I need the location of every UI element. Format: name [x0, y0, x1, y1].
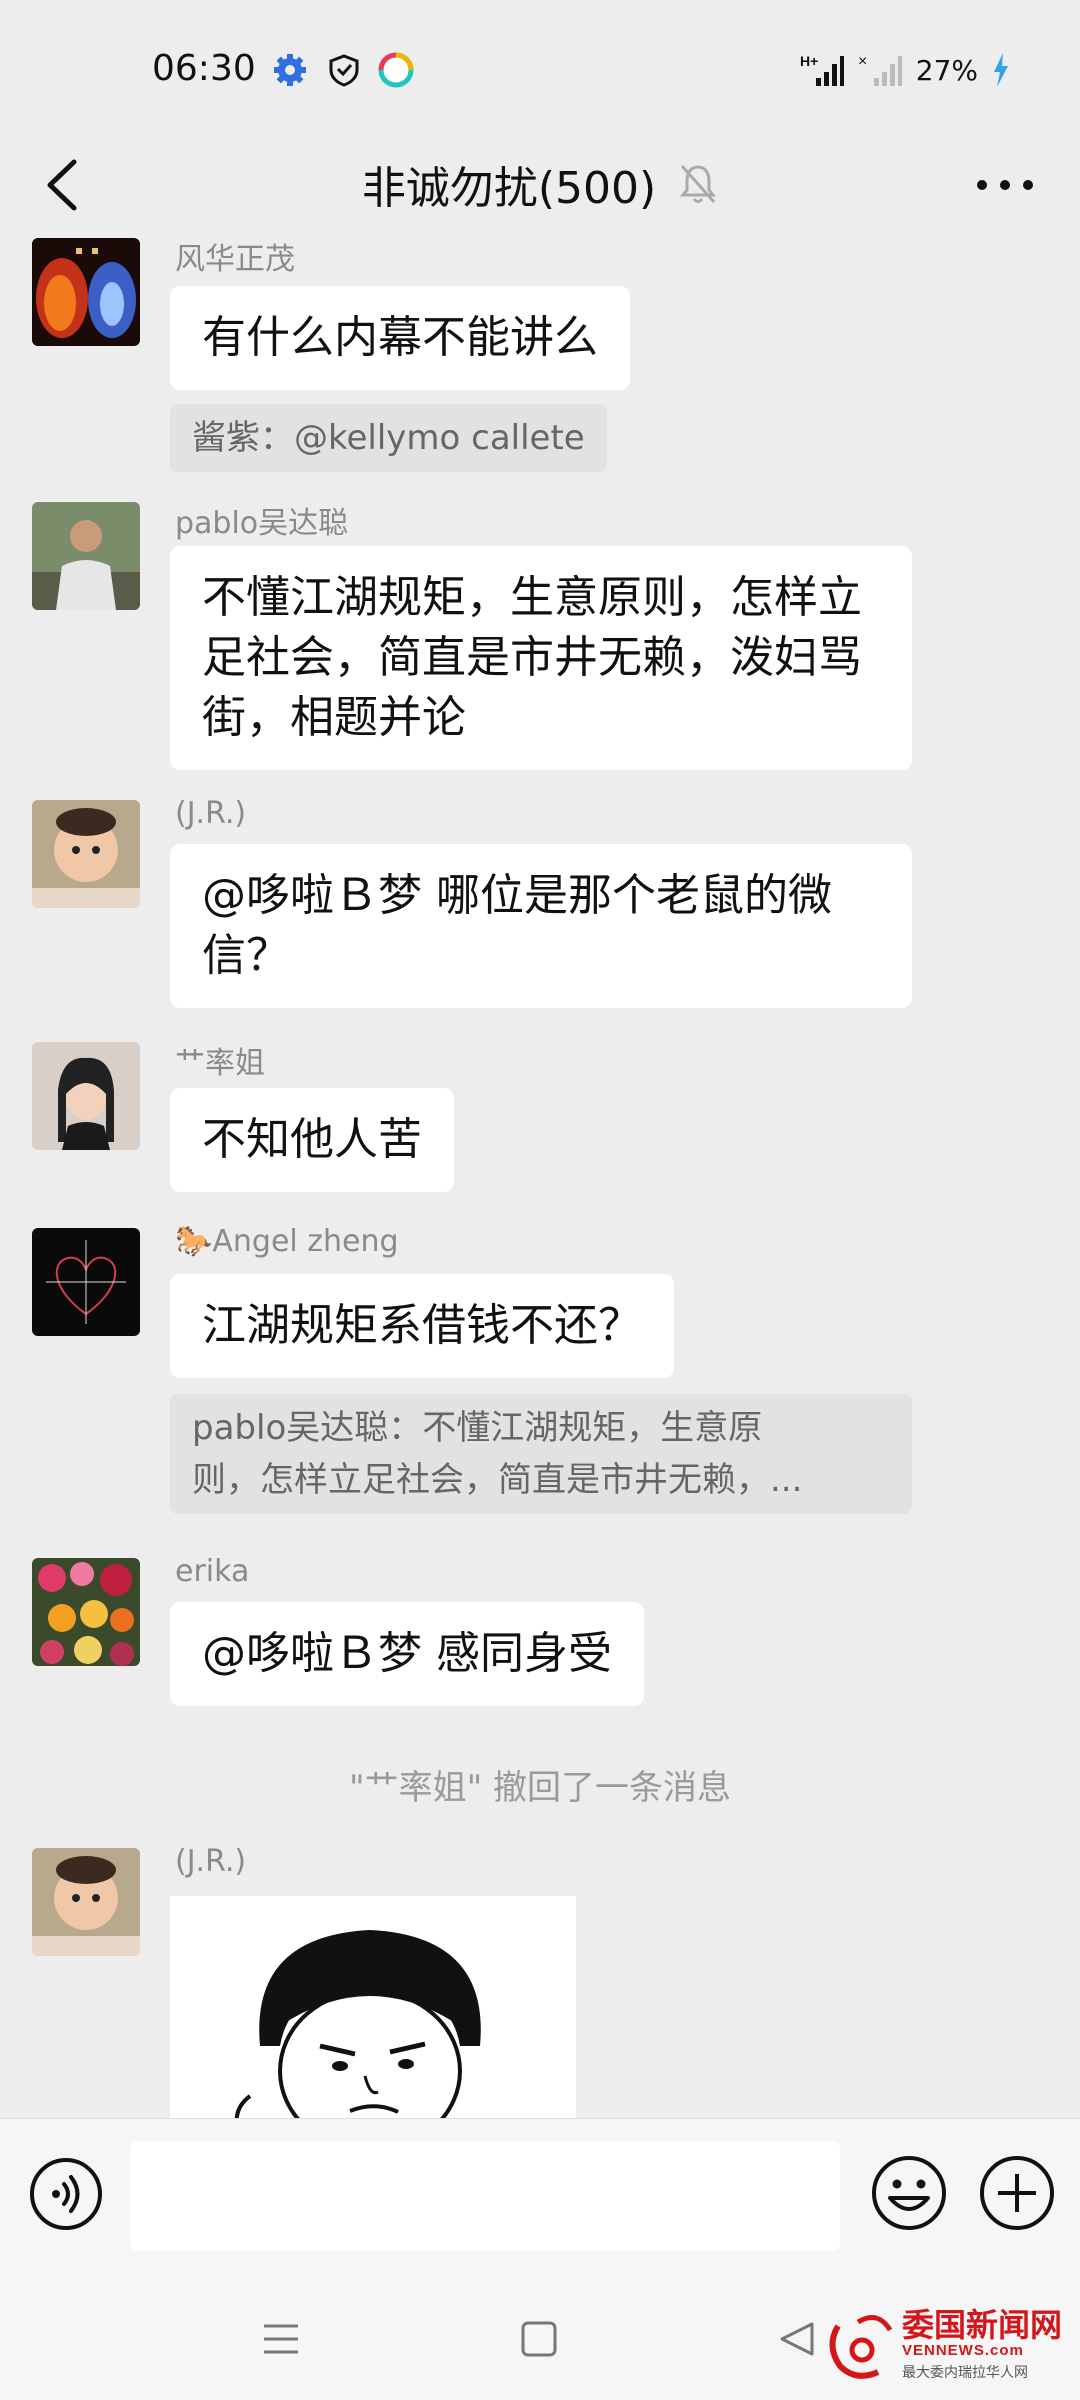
app-icon	[378, 52, 414, 88]
status-right: H+ × 27%	[800, 52, 1010, 88]
svg-text:H+: H+	[800, 53, 818, 69]
message-bubble[interactable]: 江湖规矩系借钱不还？	[170, 1274, 674, 1378]
quoted-reply[interactable]: pablo吴达聪：不懂江湖规矩，生意原 则，怎样立足社会，简直是市井无赖，...	[170, 1394, 912, 1514]
sticker-image[interactable]	[170, 1896, 576, 2120]
emoji-icon[interactable]	[870, 2154, 948, 2232]
avatar[interactable]	[32, 238, 140, 346]
quote-line: 则，怎样立足社会，简直是市井无赖，...	[192, 1460, 803, 1500]
message-line: 信？	[202, 930, 290, 981]
more-icon[interactable]	[970, 160, 1040, 210]
shield-icon	[329, 54, 359, 87]
signal-hplus-icon: H+	[800, 53, 844, 86]
horse-emoji-icon: 🐎	[175, 1224, 213, 1259]
chat-title: 非诚勿扰(500)	[361, 163, 657, 214]
avatar[interactable]	[32, 1848, 140, 1956]
avatar[interactable]	[32, 1042, 140, 1150]
chat-messages[interactable]: 风华正茂 有什么内幕不能讲么 酱紫：@kellymo callete pablo…	[0, 230, 1080, 2120]
status-time: 06:30	[152, 48, 256, 89]
sender-name-text: Angel zheng	[212, 1224, 399, 1259]
recall-notice: "艹率姐" 撤回了一条消息	[348, 1768, 732, 1808]
watermark-logo: 委国新闻网 VENNEWS.com 最大委内瑞拉华人网	[818, 2296, 1068, 2392]
message-bubble[interactable]: 不知他人苦	[170, 1088, 454, 1192]
svg-text:×: ×	[858, 53, 867, 70]
quoted-reply[interactable]: 酱紫：@kellymo callete	[170, 404, 607, 472]
quote-line: pablo吴达聪：不懂江湖规矩，生意原	[192, 1408, 763, 1448]
sender-name: erika	[175, 1554, 250, 1589]
message-bubble[interactable]: 有什么内幕不能讲么	[170, 286, 630, 390]
home-icon[interactable]	[516, 2316, 562, 2362]
message-line: 不懂江湖规矩，生意原则，怎样立	[202, 572, 862, 623]
watermark-title: 委国新闻网	[902, 2306, 1063, 2344]
watermark-site: VENNEWS.com	[902, 2342, 1024, 2359]
avatar[interactable]	[32, 502, 140, 610]
menu-icon[interactable]	[258, 2316, 304, 2362]
chat-header: 非诚勿扰(500)	[0, 130, 1080, 240]
sender-name: pablo吴达聪	[175, 506, 349, 541]
battery-percent: 27%	[915, 53, 978, 87]
avatar[interactable]	[32, 800, 140, 908]
plus-icon[interactable]	[978, 2154, 1056, 2232]
message-bubble[interactable]: @哆啦Ｂ梦 感同身受	[170, 1602, 644, 1706]
chat-title-wrap: 非诚勿扰(500)	[0, 152, 1080, 216]
sender-name: (J.R.)	[175, 796, 247, 831]
charging-icon	[994, 53, 1008, 87]
avatar[interactable]	[32, 1558, 140, 1666]
sender-name: 艹率姐	[175, 1046, 265, 1081]
watermark-slogan: 最大委内瑞拉华人网	[902, 2365, 1028, 2381]
sender-name: 🐎Angel zheng	[175, 1224, 399, 1259]
message-bubble[interactable]: 不懂江湖规矩，生意原则，怎样立 足社会，简直是市井无赖，泼妇骂 街，相题并论	[170, 546, 912, 770]
input-bar	[0, 2118, 1080, 2276]
signal-empty-icon: ×	[858, 53, 902, 86]
status-bar: 06:30 H+ × 27%	[0, 0, 1080, 140]
back-triangle-icon[interactable]	[774, 2316, 820, 2362]
mute-bell-icon	[680, 165, 717, 203]
sender-name: (J.R.)	[175, 1844, 247, 1879]
message-input[interactable]	[130, 2141, 840, 2251]
message-bubble[interactable]: @哆啦Ｂ梦 哪位是那个老鼠的微 信？	[170, 844, 912, 1008]
gear-icon	[274, 54, 306, 86]
voice-icon[interactable]	[28, 2156, 104, 2232]
sender-name: 风华正茂	[175, 242, 295, 277]
message-line: 街，相题并论	[202, 692, 466, 743]
message-line: 足社会，简直是市井无赖，泼妇骂	[202, 632, 862, 683]
avatar[interactable]	[32, 1228, 140, 1336]
message-line: @哆啦Ｂ梦 哪位是那个老鼠的微	[202, 870, 832, 921]
